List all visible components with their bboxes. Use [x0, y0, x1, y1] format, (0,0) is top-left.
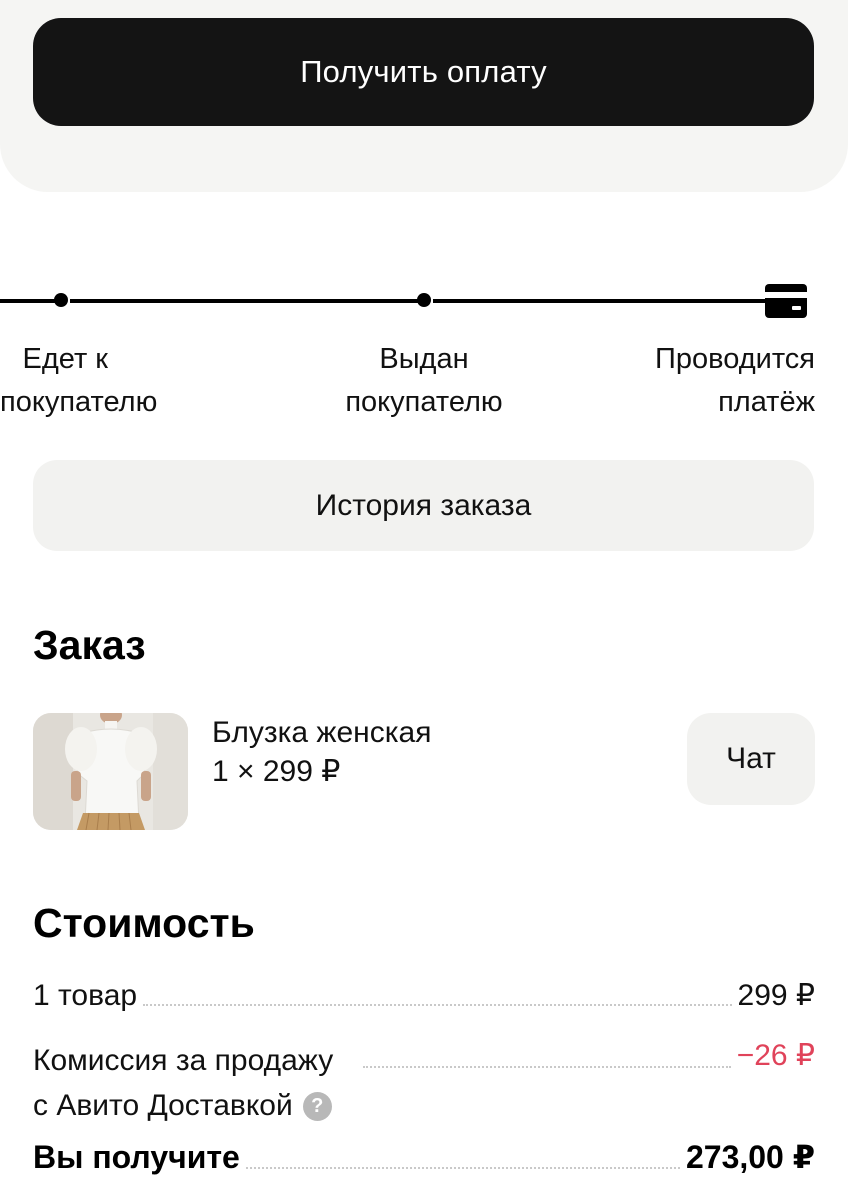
chat-button[interactable]: Чат — [687, 713, 815, 805]
blouse-photo-icon — [33, 713, 188, 830]
timeline-dot-in-transit — [54, 293, 68, 307]
product-image[interactable] — [33, 713, 188, 830]
cost-row-total: Вы получите 273,00 ₽ — [33, 1138, 815, 1176]
get-payment-button[interactable]: Получить оплату — [33, 18, 814, 126]
product-quantity-price: 1 × 299 ₽ — [212, 755, 341, 788]
product-name[interactable]: Блузка женская — [212, 716, 431, 750]
step-delivered-label: Выдан покупателю — [345, 343, 503, 418]
timeline-line — [70, 299, 418, 303]
order-section-title: Заказ — [33, 622, 146, 668]
timeline-line — [433, 299, 768, 303]
help-icon[interactable]: ? — [302, 1092, 332, 1121]
credit-card-icon — [765, 284, 807, 318]
total-label: Вы получите — [33, 1139, 240, 1175]
commission-label: Комиссия за продажу с Авито Доставкой? — [33, 1044, 334, 1122]
timeline-line — [0, 299, 55, 303]
dotted-leader — [245, 1167, 680, 1169]
cost-items-value: 299 ₽ — [737, 979, 815, 1012]
commission-value: −26 ₽ — [736, 1039, 815, 1072]
step-payment-label: Проводится платёж — [655, 343, 815, 418]
cost-row-commission: −26 ₽ — [357, 1038, 815, 1075]
cost-row-items: 1 товар 299 ₽ — [33, 978, 815, 1013]
step-in-transit-label: Едет к покупателю — [0, 343, 158, 418]
order-history-button[interactable]: История заказа — [33, 460, 814, 551]
payment-card: Получить оплату — [0, 0, 848, 192]
cost-items-label: 1 товар — [33, 979, 138, 1012]
timeline-dot-delivered — [417, 293, 431, 307]
order-status-timeline: Едет к покупателю Выдан покупателю Прово… — [0, 270, 848, 430]
dotted-leader — [363, 1066, 731, 1068]
dotted-leader — [143, 1004, 732, 1006]
total-value: 273,00 ₽ — [685, 1139, 815, 1175]
cost-section-title: Стоимость — [33, 900, 255, 946]
